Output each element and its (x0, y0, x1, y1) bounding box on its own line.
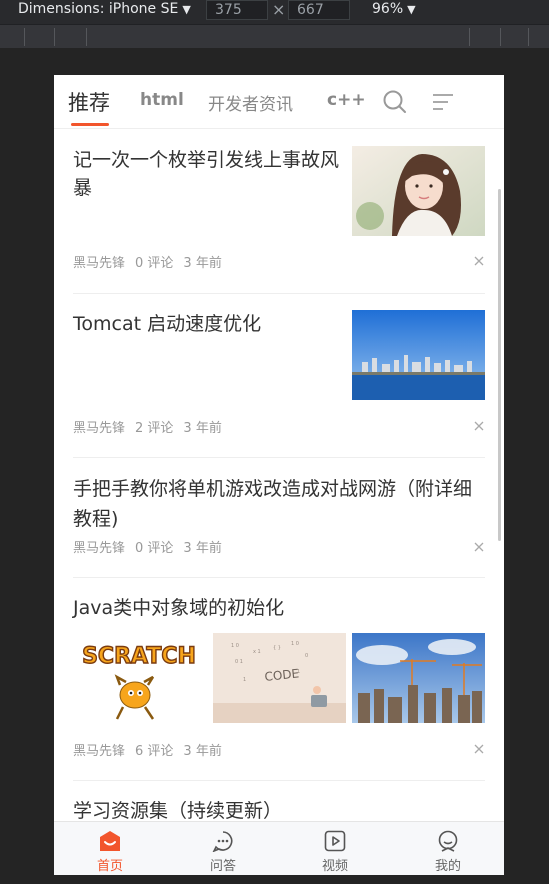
viewport-width-input[interactable]: 375 (206, 0, 268, 20)
article-item[interactable]: 学习资源集（持续更新） (73, 781, 485, 821)
article-title[interactable]: 记一次一个枚举引发线上事故风暴 (73, 146, 343, 202)
caret-down-icon: ▼ (182, 3, 191, 16)
devtools-toolbar: Dimensions: iPhone SE ▼ 375 × 667 96% ▼ (0, 0, 549, 24)
close-icon[interactable] (473, 420, 485, 432)
article-comments: 0 评论 (135, 541, 174, 556)
svg-text:{ }: { } (273, 645, 281, 651)
article-item[interactable]: Tomcat 启动速度优化 黑马先锋 2 评论 3 年前 (73, 294, 485, 458)
close-icon[interactable] (473, 541, 485, 553)
bottom-tabbar: 首页 问答 视频 我的 (54, 821, 504, 875)
tab-dev-news[interactable]: 开发者资讯 (208, 90, 293, 115)
search-icon[interactable] (382, 89, 408, 115)
article-author: 黑马先锋 (73, 744, 126, 759)
tabbar-video-label: 视频 (321, 859, 348, 874)
device-selector[interactable]: Dimensions: iPhone SE ▼ (18, 0, 191, 19)
article-comments: 0 评论 (135, 256, 174, 271)
svg-text:x 1: x 1 (253, 649, 261, 655)
article-meta: 黑马先锋 0 评论 3 年前 (73, 537, 232, 556)
article-item[interactable]: 手把手教你将单机游戏改造成对战网游（附详细教程) 黑马先锋 0 评论 3 年前 (73, 458, 485, 578)
article-time: 3 年前 (183, 744, 222, 759)
chat-icon (212, 831, 233, 852)
channel-nav: 推荐 html 开发者资讯 c++ (54, 75, 504, 129)
close-icon[interactable] (473, 255, 485, 267)
devtools-ruler (0, 24, 549, 48)
article-comments: 6 评论 (135, 744, 174, 759)
article-meta: 黑马先锋 2 评论 3 年前 (73, 417, 232, 436)
tabbar-qa[interactable]: 问答 (193, 822, 253, 875)
svg-text:1 0: 1 0 (231, 643, 239, 649)
menu-icon[interactable] (430, 89, 456, 115)
tabbar-profile-label: 我的 (434, 859, 461, 874)
tabbar-home-label: 首页 (96, 859, 123, 874)
zoom-label: 96% (372, 1, 404, 17)
svg-text:0 1: 0 1 (235, 659, 243, 665)
article-title[interactable]: Java类中对象域的初始化 (73, 594, 473, 622)
video-icon (324, 830, 346, 852)
device-label: Dimensions: iPhone SE (18, 1, 179, 17)
viewport-height-input[interactable]: 667 (288, 0, 350, 20)
tabbar-profile[interactable]: 我的 (418, 822, 478, 875)
caret-down-icon: ▼ (407, 3, 416, 16)
article-thumbnail-code[interactable]: 1 0x 10 11 0 0 1{ } 1 CODE (213, 633, 346, 723)
svg-text:SCRATCH: SCRATCH (82, 644, 196, 669)
close-icon[interactable] (473, 743, 485, 755)
article-meta: 黑马先锋 6 评论 3 年前 (73, 740, 232, 759)
article-time: 3 年前 (183, 541, 222, 556)
home-icon (100, 831, 120, 851)
article-feed[interactable]: 记一次一个枚举引发线上事故风暴 黑马先锋 0 评论 3 年前 Tomcat 启动… (54, 129, 504, 821)
article-thumbnail-portrait[interactable] (352, 146, 485, 236)
article-thumbnail-cityscape[interactable] (352, 310, 485, 400)
feed-scrollbar[interactable] (498, 189, 501, 541)
article-title[interactable]: 学习资源集（持续更新） (73, 797, 473, 821)
article-author: 黑马先锋 (73, 421, 126, 436)
article-comments: 2 评论 (135, 421, 174, 436)
article-item[interactable]: 记一次一个枚举引发线上事故风暴 黑马先锋 0 评论 3 年前 (73, 129, 485, 294)
svg-text:0: 0 (305, 653, 308, 659)
tab-html[interactable]: html (140, 90, 184, 110)
tabbar-home[interactable]: 首页 (80, 822, 140, 875)
user-icon (438, 830, 458, 852)
article-thumbnail-construction[interactable] (352, 633, 485, 723)
tab-cpp[interactable]: c++ (327, 90, 366, 110)
article-time: 3 年前 (183, 421, 222, 436)
times-icon: × (272, 0, 286, 19)
tabbar-video[interactable]: 视频 (305, 822, 365, 875)
article-author: 黑马先锋 (73, 256, 126, 271)
article-thumbnail-scratch[interactable]: SCRATCH (73, 633, 206, 723)
zoom-selector[interactable]: 96% ▼ (372, 0, 416, 19)
article-author: 黑马先锋 (73, 541, 126, 556)
svg-text:1: 1 (243, 677, 246, 683)
tabbar-qa-label: 问答 (209, 859, 236, 874)
active-tab-indicator (71, 123, 109, 126)
article-time: 3 年前 (183, 256, 222, 271)
tab-recommend[interactable]: 推荐 (68, 87, 110, 117)
article-title[interactable]: 手把手教你将单机游戏改造成对战网游（附详细教程) (73, 474, 473, 534)
article-item[interactable]: Java类中对象域的初始化 SCRATCH 1 0 x 1 0 1 1 0 0 1 {… (73, 578, 485, 781)
phone-viewport: 推荐 html 开发者资讯 c++ 记一次一个枚举引发线上事故风暴 黑马先锋 0… (54, 75, 504, 875)
article-title[interactable]: Tomcat 启动速度优化 (73, 310, 343, 338)
article-meta: 黑马先锋 0 评论 3 年前 (73, 252, 232, 271)
svg-text:1 0: 1 0 (291, 641, 299, 647)
